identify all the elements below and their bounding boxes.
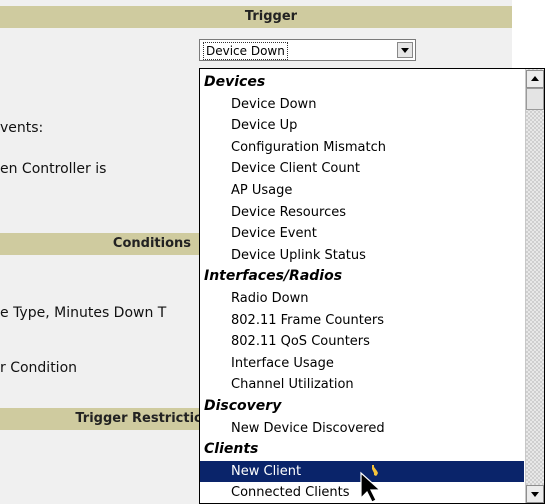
events-label: vents: — [0, 120, 44, 136]
option-device-uplink-status[interactable]: Device Uplink Status — [200, 245, 524, 267]
option-group-devices: Devices — [204, 74, 266, 90]
mouse-pointer-icon — [360, 463, 382, 503]
option-channel-utilization[interactable]: Channel Utilization — [200, 374, 524, 396]
option-ap-usage[interactable]: AP Usage — [200, 180, 524, 202]
option-group-interfaces-radios: Interfaces/Radios — [204, 268, 343, 285]
type-minutes-down-label: e Type, Minutes Down T — [0, 305, 167, 321]
conditions-section-header: Conditions — [0, 233, 205, 255]
option-device-down[interactable]: Device Down — [200, 94, 524, 116]
dropdown-scrollbar[interactable] — [525, 69, 544, 503]
chevron-down-icon[interactable] — [397, 42, 413, 58]
screen: Trigger Conditions Trigger Restrictio ve… — [0, 0, 545, 504]
arrow-up-icon[interactable] — [526, 70, 544, 88]
option-device-event[interactable]: Device Event — [200, 223, 524, 245]
scrollbar-thumb[interactable] — [526, 88, 544, 110]
dropdown-options: Devices Device Down Device Up Configuration… — [200, 72, 524, 503]
trigger-type-dropdown-list[interactable]: Devices Device Down Device Up Configuration… — [199, 68, 545, 504]
option-new-device-discovered[interactable]: New Device Discovered — [200, 418, 524, 440]
trigger-type-selected-value: Device Down — [203, 42, 288, 60]
option-device-up[interactable]: Device Up — [200, 115, 524, 137]
option-802-11-qos-counters[interactable]: 802.11 QoS Counters — [200, 331, 524, 353]
condition-label: r Condition — [0, 360, 78, 376]
trigger-restriction-section-header: Trigger Restrictio — [0, 408, 205, 430]
option-configuration-mismatch[interactable]: Configuration Mismatch — [200, 137, 524, 159]
arrow-down-icon[interactable] — [526, 485, 544, 503]
option-device-resources[interactable]: Device Resources — [200, 202, 524, 224]
option-radio-down[interactable]: Radio Down — [200, 288, 524, 310]
controller-label: en Controller is — [0, 161, 107, 177]
option-802-11-frame-counters[interactable]: 802.11 Frame Counters — [200, 310, 524, 332]
trigger-section-header: Trigger — [0, 6, 512, 28]
option-group-discovery: Discovery — [204, 397, 282, 414]
option-interface-usage[interactable]: Interface Usage — [200, 353, 524, 375]
trigger-type-select[interactable]: Device Down — [199, 39, 416, 61]
option-device-client-count[interactable]: Device Client Count — [200, 158, 524, 180]
option-group-clients: Clients — [204, 441, 259, 458]
